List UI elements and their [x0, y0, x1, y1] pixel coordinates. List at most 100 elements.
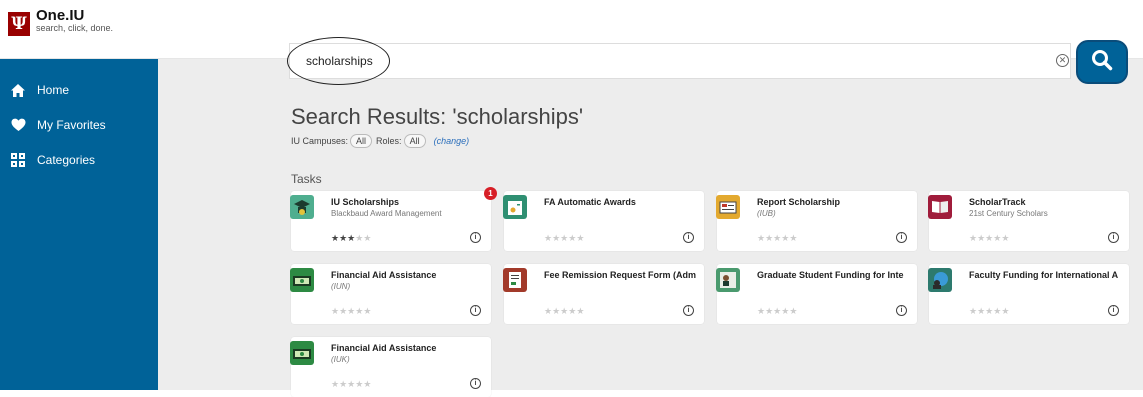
task-card[interactable]: Fee Remission Request Form (Adm ★★★★★ i [503, 264, 704, 324]
star-icon[interactable]: ★ [331, 306, 339, 316]
star-icon[interactable]: ★ [1001, 233, 1009, 243]
star-icon[interactable]: ★ [339, 306, 347, 316]
tasks-section-label: Tasks [291, 172, 322, 186]
sidebar-item-categories[interactable]: Categories [0, 147, 158, 173]
star-icon[interactable]: ★ [363, 379, 371, 389]
task-subtitle: Blackbaud Award Management [331, 209, 442, 218]
campuses-label: IU Campuses: [291, 136, 349, 146]
rating-stars[interactable]: ★★★★★ [969, 306, 1009, 317]
sidebar-item-label: Categories [37, 153, 96, 167]
roles-label: Roles: [376, 136, 402, 146]
info-icon[interactable]: i [896, 232, 907, 243]
sidebar-item-label: My Favorites [37, 118, 106, 132]
task-card[interactable]: IU Scholarships Blackbaud Award Manageme… [290, 191, 491, 251]
change-filters-link[interactable]: (change) [434, 136, 470, 146]
task-title: Fee Remission Request Form (Adm [544, 270, 696, 280]
task-card[interactable]: Faculty Funding for International A ★★★★… [928, 264, 1129, 324]
star-icon[interactable]: ★ [977, 233, 985, 243]
report-icon [716, 195, 740, 219]
info-icon[interactable]: i [470, 378, 481, 389]
task-title: Report Scholarship [757, 197, 841, 207]
book-icon [928, 195, 952, 219]
money-icon [290, 268, 314, 292]
rating-stars[interactable]: ★★★★★ [544, 306, 584, 317]
search-input[interactable] [306, 52, 1006, 70]
home-icon [10, 82, 26, 98]
campuses-pill[interactable]: All [350, 134, 373, 148]
rating-stars[interactable]: ★★★★★ [331, 306, 371, 317]
star-icon[interactable]: ★ [757, 306, 765, 316]
task-card[interactable]: Graduate Student Funding for Inte ★★★★★ … [716, 264, 917, 324]
sidebar-item-my-favorites[interactable]: My Favorites [0, 112, 158, 138]
star-icon[interactable]: ★ [544, 306, 552, 316]
star-icon[interactable]: ★ [576, 306, 584, 316]
task-card[interactable]: ScholarTrack 21st Century Scholars ★★★★★… [928, 191, 1129, 251]
brand[interactable]: One.IU search, click, done. [36, 8, 113, 34]
task-card[interactable]: FA Automatic Awards ★★★★★ i [503, 191, 704, 251]
star-icon[interactable]: ★ [339, 233, 347, 243]
task-card[interactable]: Financial Aid Assistance (IUN) ★★★★★ i [290, 264, 491, 324]
info-icon[interactable]: i [1108, 305, 1119, 316]
sidebar-item-home[interactable]: Home [0, 77, 158, 103]
star-icon[interactable]: ★ [977, 306, 985, 316]
star-icon[interactable]: ★ [552, 233, 560, 243]
star-icon[interactable]: ★ [1001, 306, 1009, 316]
star-icon[interactable]: ★ [363, 233, 371, 243]
star-icon[interactable]: ★ [339, 379, 347, 389]
task-title: IU Scholarships [331, 197, 400, 207]
task-subtitle: (IUN) [331, 282, 351, 291]
student-icon [716, 268, 740, 292]
rating-stars[interactable]: ★★★★★ [969, 233, 1009, 244]
star-icon[interactable]: ★ [765, 306, 773, 316]
search-box [289, 43, 1071, 79]
search-button[interactable] [1076, 40, 1128, 84]
graduation-cap-icon [290, 195, 314, 219]
star-icon[interactable]: ★ [552, 306, 560, 316]
info-icon[interactable]: i [1108, 232, 1119, 243]
task-subtitle: (IUK) [331, 355, 350, 364]
star-icon[interactable]: ★ [331, 379, 339, 389]
task-title: ScholarTrack [969, 197, 1026, 207]
info-icon[interactable]: i [896, 305, 907, 316]
rating-stars[interactable]: ★★★★★ [331, 233, 371, 244]
task-subtitle: (IUB) [757, 209, 776, 218]
faculty-globe-icon [928, 268, 952, 292]
star-icon[interactable]: ★ [969, 233, 977, 243]
task-card[interactable]: Financial Aid Assistance (IUK) ★★★★★ i [290, 337, 491, 397]
star-icon[interactable]: ★ [363, 306, 371, 316]
rating-stars[interactable]: ★★★★★ [757, 306, 797, 317]
rating-stars[interactable]: ★★★★★ [757, 233, 797, 244]
heart-icon [10, 117, 26, 133]
task-title: Financial Aid Assistance [331, 343, 437, 353]
task-title: Financial Aid Assistance [331, 270, 437, 280]
app-tagline: search, click, done. [36, 23, 114, 33]
clear-search-icon[interactable]: ✕ [1056, 54, 1069, 67]
star-icon[interactable]: ★ [789, 233, 797, 243]
task-card[interactable]: Report Scholarship (IUB) ★★★★★ i [716, 191, 917, 251]
grid-icon [10, 152, 26, 168]
sidebar: Home My Favorites Categories [0, 59, 158, 390]
star-icon[interactable]: ★ [969, 306, 977, 316]
results-heading: Search Results: 'scholarships' [291, 104, 584, 129]
form-icon [503, 268, 527, 292]
star-icon[interactable]: ★ [765, 233, 773, 243]
task-title: Graduate Student Funding for Inte [757, 270, 904, 280]
star-icon[interactable]: ★ [331, 233, 339, 243]
star-icon[interactable]: ★ [789, 306, 797, 316]
notification-badge: 1 [484, 187, 497, 200]
search-icon [1091, 49, 1113, 76]
star-icon[interactable]: ★ [757, 233, 765, 243]
star-icon[interactable]: ★ [576, 233, 584, 243]
iu-logo[interactable]: Ψ [8, 12, 30, 36]
info-icon[interactable]: i [470, 305, 481, 316]
task-subtitle: 21st Century Scholars [969, 209, 1048, 218]
rating-stars[interactable]: ★★★★★ [544, 233, 584, 244]
info-icon[interactable]: i [683, 232, 694, 243]
task-title: FA Automatic Awards [544, 197, 636, 207]
app-name: One.IU [36, 7, 85, 24]
rating-stars[interactable]: ★★★★★ [331, 379, 371, 390]
roles-pill[interactable]: All [403, 134, 426, 148]
info-icon[interactable]: i [683, 305, 694, 316]
star-icon[interactable]: ★ [544, 233, 552, 243]
info-icon[interactable]: i [470, 232, 481, 243]
